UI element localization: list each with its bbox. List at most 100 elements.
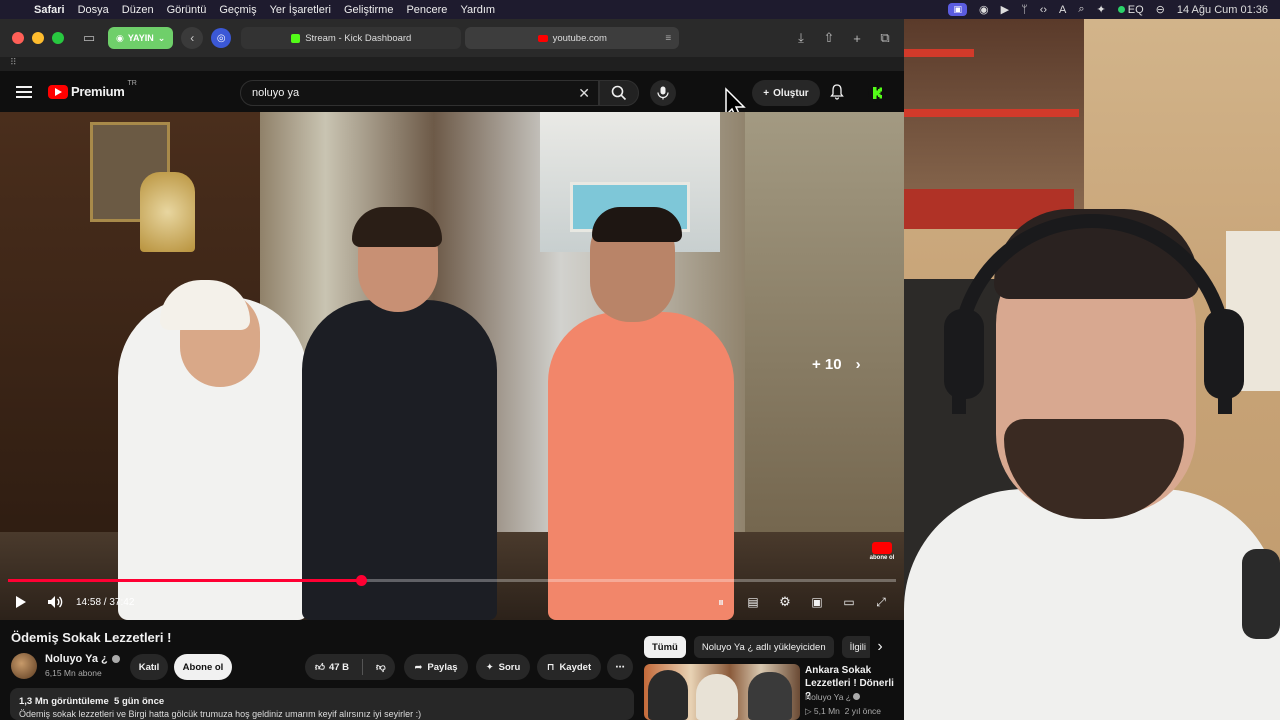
- grid-icon[interactable]: ⠿: [10, 57, 17, 68]
- progress-bar[interactable]: [8, 575, 896, 586]
- play-button[interactable]: [10, 591, 32, 613]
- search-button[interactable]: [599, 80, 639, 106]
- code-arrows-icon[interactable]: ‹›: [1040, 4, 1047, 16]
- view-count: 1,3 Mn görüntüleme: [19, 696, 109, 707]
- menu-gecmis[interactable]: Geçmiş: [219, 4, 256, 16]
- chevron-down-icon: ⌄: [157, 32, 166, 43]
- volume-button[interactable]: [44, 591, 66, 613]
- sparkle-icon[interactable]: ✦: [1097, 3, 1106, 16]
- ask-button[interactable]: ✦ Soru: [476, 654, 530, 680]
- thumbs-down-icon: 👎︎: [376, 662, 386, 673]
- webcam-headphone-left-cup: [944, 309, 984, 399]
- menu-duzen[interactable]: Düzen: [122, 4, 154, 16]
- menu-yer-isaretleri[interactable]: Yer İşaretleri: [270, 4, 331, 16]
- clear-search-icon[interactable]: ✕: [578, 85, 590, 102]
- datetime[interactable]: 14 Ağu Cum 01:36: [1177, 4, 1268, 16]
- video-title: Ödemiş Sokak Lezzetleri !: [11, 630, 172, 645]
- menu-goruntu[interactable]: Görüntü: [167, 4, 207, 16]
- utensils-icon[interactable]: ᛘ: [1021, 4, 1028, 16]
- extension-icon[interactable]: ◎: [211, 28, 232, 48]
- menu-app-safari[interactable]: Safari: [34, 4, 65, 16]
- download-icon[interactable]: ⤓: [790, 27, 812, 49]
- youtube-logo[interactable]: Premium TR: [48, 80, 137, 99]
- youtube-header: Premium TR noluyo ya ✕ + Oluştur: [0, 71, 904, 112]
- webcam-red-shelf-top: [904, 49, 974, 57]
- video-player[interactable]: + 10 › abone ol 14:58 / 37:42 ⏸ ▤ ⚙ ▣ ▭ …: [0, 112, 904, 620]
- tab-kick-dashboard[interactable]: Stream - Kick Dashboard: [241, 27, 462, 49]
- miniplayer-icon: ▣: [811, 595, 823, 609]
- more-actions-button[interactable]: ⋯: [607, 654, 633, 680]
- logo-text: Premium: [71, 84, 125, 99]
- sidebar-toggle-icon[interactable]: ▭: [78, 27, 100, 49]
- settings-button[interactable]: ⚙: [774, 591, 796, 613]
- bookmark-icon: ⊓: [546, 661, 555, 673]
- minimize-window-button[interactable]: [32, 32, 44, 44]
- notifications-button[interactable]: [830, 84, 844, 105]
- subtitles-button[interactable]: ▤: [742, 591, 764, 613]
- menu-icon[interactable]: [16, 85, 32, 98]
- tab-youtube[interactable]: youtube.com ≡: [465, 27, 680, 49]
- channel-avatar[interactable]: [11, 653, 37, 679]
- recommendation-thumbnail[interactable]: [644, 664, 800, 720]
- video-scene-man-pink-shirt: [548, 312, 734, 620]
- rec-views: 5,1 Mn: [813, 706, 840, 716]
- menu-yardim[interactable]: Yardım: [460, 4, 495, 16]
- join-button-label-wrap[interactable]: Katıl: [130, 654, 168, 680]
- text-a-icon[interactable]: A: [1059, 4, 1066, 16]
- next-videos-overlay[interactable]: + 10 ›: [812, 356, 861, 373]
- thumb-person-3: [748, 672, 792, 720]
- play-circle-icon[interactable]: ▶: [1001, 3, 1009, 16]
- dislike-button[interactable]: 👎︎: [376, 661, 386, 673]
- fullscreen-button[interactable]: ⤢: [870, 591, 892, 613]
- create-button[interactable]: + Oluştur: [752, 80, 820, 106]
- back-button[interactable]: ‹: [181, 27, 204, 49]
- share-icon[interactable]: ⇧: [818, 27, 840, 49]
- new-tab-icon[interactable]: +: [846, 27, 868, 49]
- activity-icon[interactable]: ◉: [979, 3, 989, 16]
- search-icon[interactable]: ⌕: [1078, 3, 1084, 16]
- close-window-button[interactable]: [12, 32, 24, 44]
- eq-status[interactable]: EQ: [1117, 4, 1144, 16]
- webcam-white-shirt: [904, 489, 1280, 720]
- player-right-controls: ⏸ ▤ ⚙ ▣ ▭ ⤢: [710, 591, 892, 613]
- upload-age: 5 gün önce: [114, 696, 165, 707]
- watermark-label: abone ol: [869, 555, 895, 561]
- like-button[interactable]: 👍︎ 47 B: [315, 661, 349, 674]
- account-avatar[interactable]: [868, 84, 886, 102]
- eq-dot-icon: [1117, 5, 1125, 13]
- channel-name-link[interactable]: Noluyo Ya ¿: [45, 653, 120, 665]
- reader-view-icon[interactable]: ≡: [665, 33, 671, 44]
- subscribe-button[interactable]: Abone ol: [174, 654, 232, 680]
- zoom-window-button[interactable]: [52, 32, 64, 44]
- save-button[interactable]: ⊓ Kaydet: [537, 654, 601, 680]
- chip-from-uploader[interactable]: Noluyo Ya ¿ adlı yükleyiciden: [693, 636, 834, 658]
- time-display: 14:58 / 37:42: [76, 596, 135, 608]
- menu-dosya[interactable]: Dosya: [78, 4, 109, 16]
- menu-gelistirme[interactable]: Geliştirme: [344, 4, 394, 16]
- subscribe-watermark[interactable]: abone ol: [868, 542, 896, 564]
- miniplayer-button[interactable]: ▣: [806, 591, 828, 613]
- recommendation-channel: Noluyo Ya ¿: [805, 692, 861, 702]
- control-center-icon[interactable]: ⊖: [1156, 3, 1165, 16]
- broadcast-icon: ◉: [116, 32, 124, 43]
- divider: [362, 659, 364, 675]
- thumb-person-2: [696, 674, 738, 720]
- chips-scroll-right-button[interactable]: ›: [870, 636, 890, 658]
- tab-title: youtube.com: [552, 32, 607, 44]
- description-box[interactable]: 1,3 Mn görüntüleme 5 gün önce Ödemiş sok…: [10, 688, 634, 720]
- tab-overview-icon[interactable]: ⧉: [874, 27, 896, 49]
- screen-record-icon[interactable]: ▣: [948, 3, 967, 16]
- chip-all[interactable]: Tümü: [644, 636, 686, 658]
- autoplay-toggle[interactable]: ⏸: [710, 591, 732, 613]
- share-button[interactable]: ➦ Paylaş: [404, 654, 468, 680]
- description-text: Ödemiş sokak lezzetleri ve Birgi hatta g…: [19, 709, 422, 719]
- play-icon: [16, 596, 26, 608]
- voice-search-button[interactable]: [650, 80, 676, 106]
- search-input[interactable]: noluyo ya ✕: [240, 80, 599, 106]
- menu-pencere[interactable]: Pencere: [406, 4, 447, 16]
- scrubber-handle[interactable]: [355, 575, 367, 586]
- save-label: Kaydet: [559, 661, 592, 673]
- cast-button[interactable]: ▭: [838, 591, 860, 613]
- volume-icon: [48, 596, 63, 608]
- live-profile-button[interactable]: ◉ YAYIN ⌄: [108, 27, 174, 49]
